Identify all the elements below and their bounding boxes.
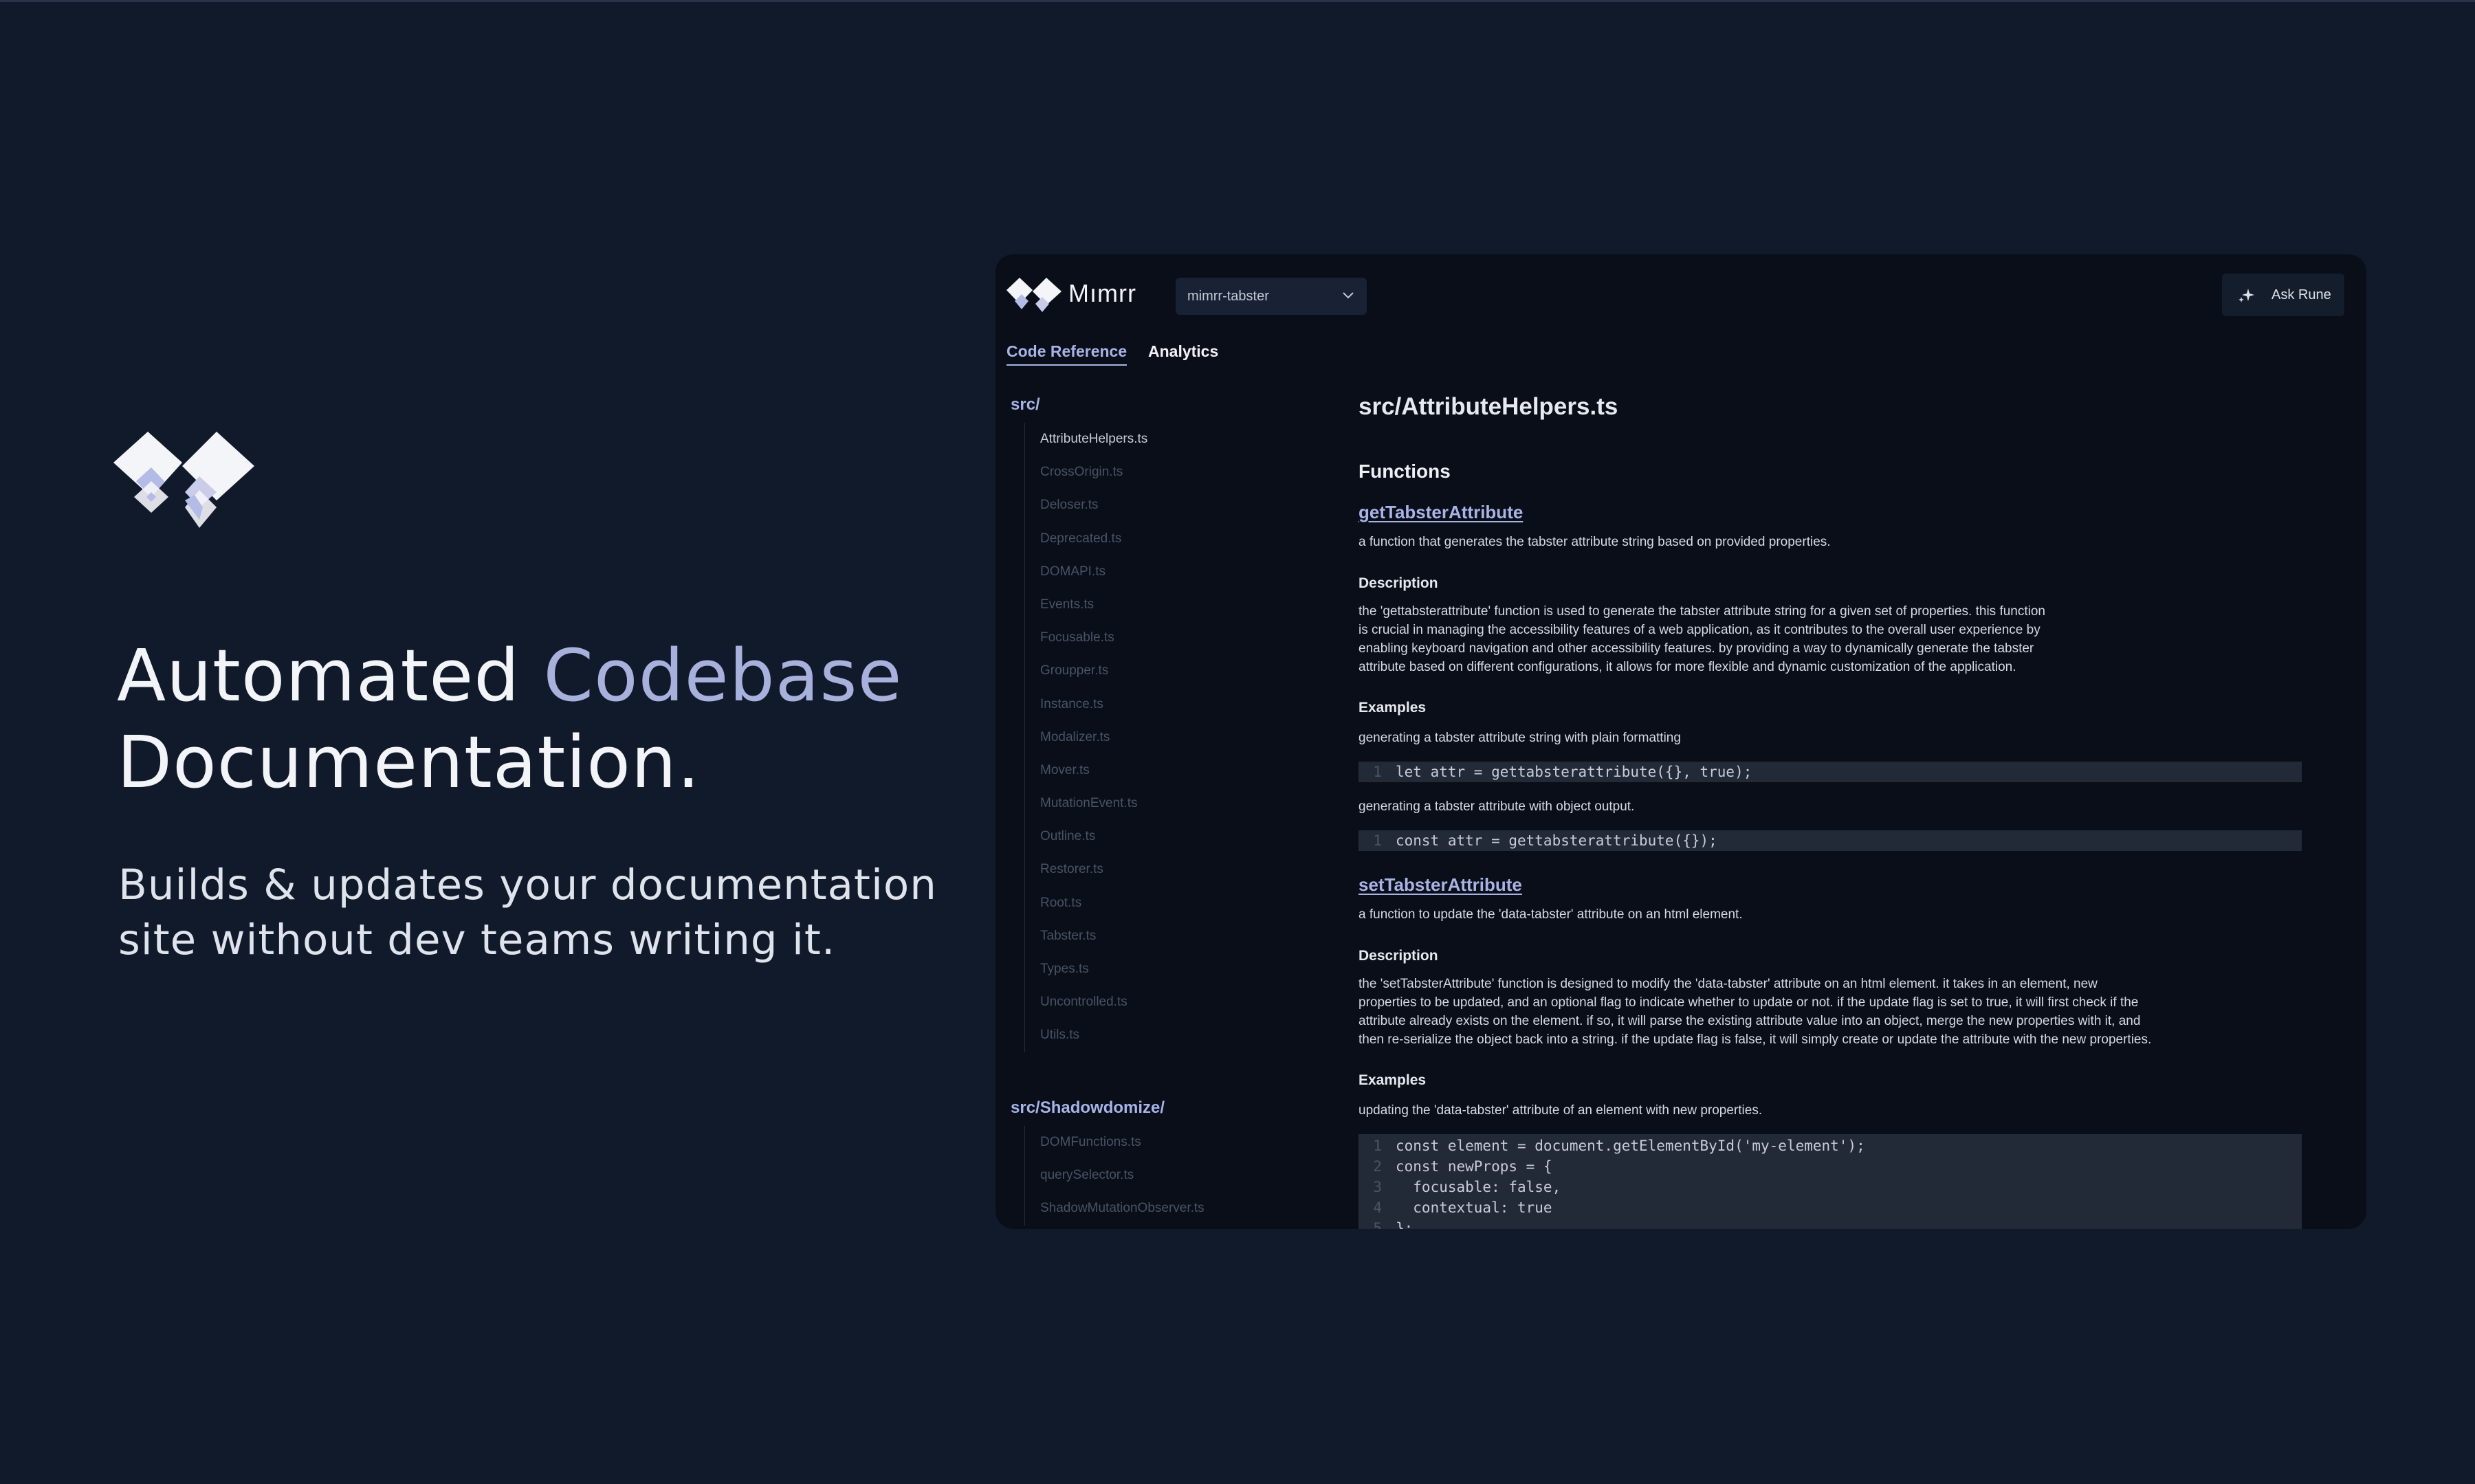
sidebar-file[interactable]: DOMAPI.ts: [1025, 555, 1147, 588]
tab-analytics[interactable]: Analytics: [1148, 342, 1218, 361]
function-link[interactable]: setTabsterAttribute: [1358, 874, 1522, 896]
functions-heading: Functions: [1358, 461, 1451, 482]
sidebar-file[interactable]: MutationEvent.ts: [1025, 787, 1147, 820]
ask-rune-button[interactable]: Ask Rune: [2222, 274, 2344, 316]
sidebar-file[interactable]: Utils.ts: [1025, 1019, 1147, 1052]
code-line: const attr = gettabsterattribute({});: [1396, 832, 1717, 849]
mimrr-logo-icon: [113, 432, 254, 528]
function-description: the 'gettabsterattribute' function is us…: [1358, 604, 2046, 674]
code-block: 1 const element = document.getElementById…: [1358, 1134, 2302, 1229]
sidebar-file-list: AttributeHelpers.ts CrossOrigin.ts Delos…: [1024, 423, 1147, 1052]
sparkle-icon: [2238, 289, 2254, 302]
code-line: let attr = gettabsterattribute({}, true)…: [1396, 764, 1752, 780]
tab-code-reference[interactable]: Code Reference: [1006, 342, 1128, 366]
sidebar-file[interactable]: Focusable.ts: [1025, 621, 1147, 654]
sidebar-file[interactable]: Uncontrolled.ts: [1025, 986, 1147, 1019]
description-heading: Description: [1358, 575, 1438, 591]
app-brand: Mımrr: [1068, 279, 1136, 307]
code-line: const element = document.getElementById(…: [1396, 1138, 1865, 1154]
function-description: the 'setTabsterAttribute' function is de…: [1358, 977, 2152, 1047]
sidebar-file[interactable]: CrossOrigin.ts: [1025, 456, 1147, 489]
code-line: const newProps = {: [1396, 1158, 1552, 1175]
sidebar-folder-src[interactable]: src/: [1011, 395, 1040, 414]
app-logo-icon: [1006, 278, 1062, 312]
repo-select-value: mimrr-tabster: [1187, 289, 1269, 304]
description-heading: Description: [1358, 948, 1438, 964]
example-label: generating a tabster attribute string wi…: [1358, 731, 1681, 745]
sidebar-file[interactable]: Outline.ts: [1025, 820, 1147, 853]
sidebar-file[interactable]: ShadowMutationObserver.ts: [1025, 1192, 1204, 1225]
sidebar-file[interactable]: Groupper.ts: [1025, 654, 1147, 687]
sidebar-file[interactable]: querySelector.ts: [1025, 1159, 1204, 1192]
examples-heading: Examples: [1358, 700, 1427, 716]
example-label: updating the 'data-tabster' attribute of…: [1358, 1103, 1763, 1118]
hero-subtitle: Builds & updates your documentation site…: [118, 861, 937, 964]
code-block: 1 let attr = gettabsterattribute({}, true…: [1358, 762, 2302, 782]
sidebar-file[interactable]: AttributeHelpers.ts: [1025, 423, 1147, 456]
hero-title-accent: Codebase: [543, 634, 903, 718]
chevron-down-icon: [1343, 292, 1354, 299]
sidebar-file[interactable]: Deprecated.ts: [1025, 522, 1147, 555]
example-label: generating a tabster attribute with obje…: [1358, 799, 1635, 814]
sidebar-file[interactable]: Tabster.ts: [1025, 920, 1147, 953]
code-line: focusable: false,: [1396, 1179, 1561, 1195]
sidebar-file[interactable]: Root.ts: [1025, 887, 1147, 920]
examples-heading: Examples: [1358, 1072, 1427, 1088]
code-line: contextual: true: [1396, 1199, 1552, 1216]
code-line: };: [1396, 1220, 1414, 1229]
ask-rune-label: Ask Rune: [2272, 287, 2331, 302]
code-block: 1 const attr = gettabsterattribute({});: [1358, 830, 2302, 851]
sidebar-file[interactable]: DOMFunctions.ts: [1025, 1126, 1204, 1159]
hero-title: Automated Codebase Documentation.: [117, 634, 903, 804]
sidebar-file[interactable]: Restorer.ts: [1025, 853, 1147, 886]
sidebar-file[interactable]: Deloser.ts: [1025, 489, 1147, 522]
function-summary: a function to update the 'data-tabster' …: [1358, 907, 1743, 922]
sidebar-file[interactable]: Events.ts: [1025, 588, 1147, 621]
sidebar-file[interactable]: Types.ts: [1025, 953, 1147, 986]
sidebar-file-list: DOMFunctions.ts querySelector.ts ShadowM…: [1024, 1126, 1204, 1226]
top-border: [0, 0, 2475, 2]
page-title: src/AttributeHelpers.ts: [1358, 393, 1618, 420]
repo-select[interactable]: mimrr-tabster: [1176, 278, 1367, 315]
sidebar-file[interactable]: Mover.ts: [1025, 754, 1147, 787]
function-link[interactable]: getTabsterAttribute: [1358, 502, 1523, 523]
sidebar-file[interactable]: Modalizer.ts: [1025, 721, 1147, 754]
function-summary: a function that generates the tabster at…: [1358, 535, 1831, 549]
app-window: Mımrr mimrr-tabster Ask Rune Code Refere…: [996, 254, 2366, 1229]
sidebar-folder-shadowdomize[interactable]: src/Shadowdomize/: [1011, 1098, 1165, 1118]
sidebar-file[interactable]: Instance.ts: [1025, 688, 1147, 721]
